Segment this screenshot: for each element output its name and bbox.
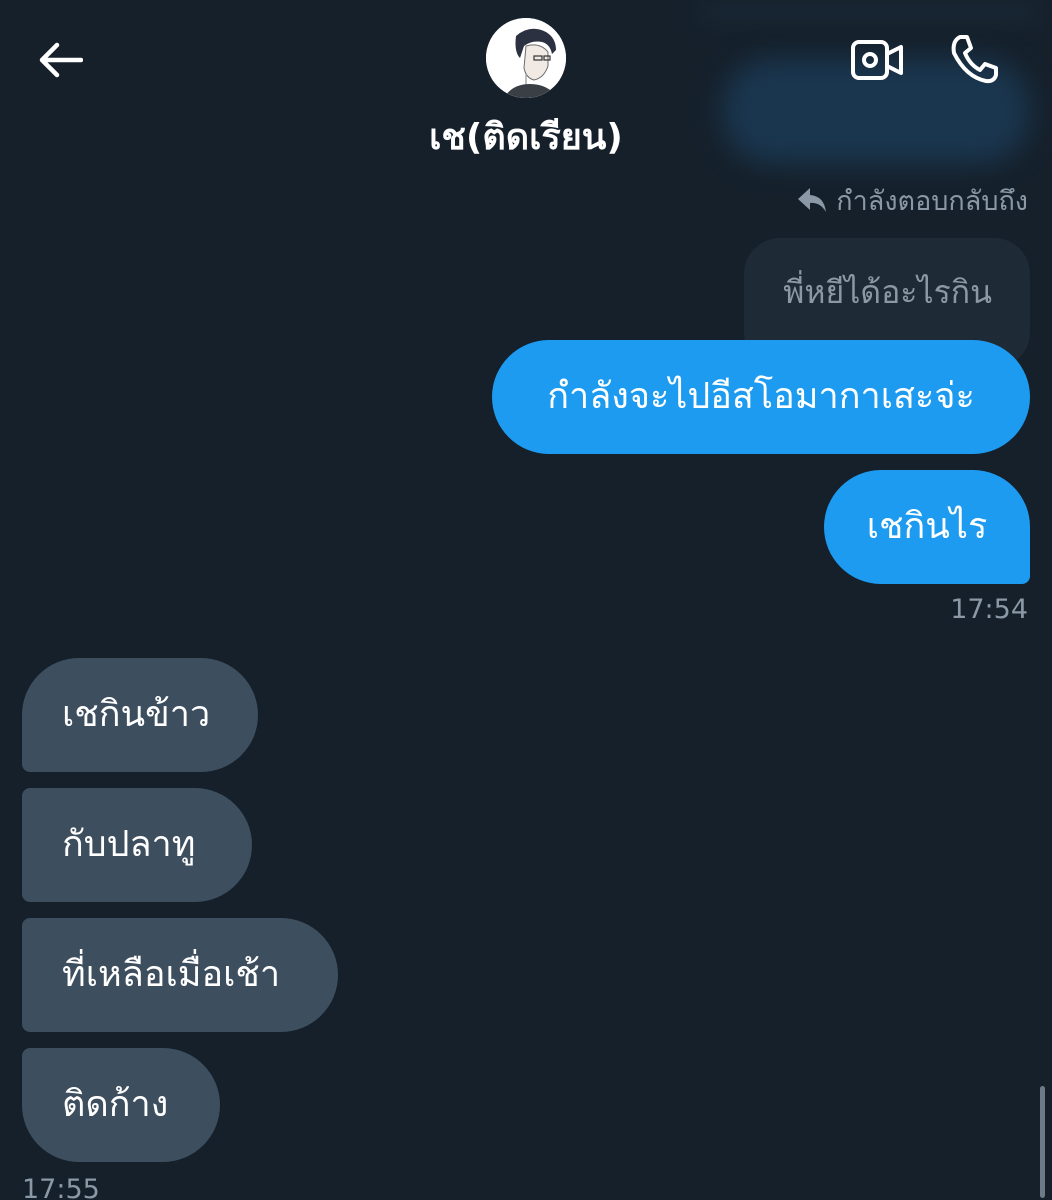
reply-context-label: กำลังตอบกลับถึง (836, 185, 1028, 217)
contact-name[interactable]: เช(ติดเรียน) (0, 112, 1052, 164)
contact-avatar[interactable] (486, 18, 566, 98)
quoted-message-text: พี่หยีได้อะไรกิน (783, 273, 992, 311)
scrollbar[interactable] (1040, 1086, 1045, 1198)
dm-conversation-screen: เช(ติดเรียน) กำลังตอบกลับถึง พี่หยีได้อะ… (0, 0, 1052, 1200)
outgoing-message[interactable]: เชกินไร (824, 470, 1030, 584)
voice-call-button[interactable] (944, 30, 1004, 88)
message-text: ที่เหลือเมื่อเช้า (62, 954, 281, 995)
back-button[interactable] (32, 34, 88, 86)
incoming-message[interactable]: ที่เหลือเมื่อเช้า (22, 918, 338, 1032)
video-camera-icon (851, 40, 903, 80)
avatar-illustration (486, 18, 566, 98)
blurred-overlay-top (700, 0, 1040, 24)
video-call-button[interactable] (848, 34, 906, 86)
reply-context: กำลังตอบกลับถึง (796, 180, 1028, 220)
message-text: กำลังจะไปอีสโอมากาเสะจ่ะ (547, 376, 975, 417)
incoming-message[interactable]: ติดก้าง (22, 1048, 220, 1162)
reply-arrow-icon (798, 188, 827, 212)
phone-icon (951, 35, 998, 84)
outgoing-message[interactable]: กำลังจะไปอีสโอมากาเสะจ่ะ (492, 340, 1030, 454)
message-text: เชกินข้าว (62, 694, 211, 735)
message-timestamp: 17:54 (950, 594, 1028, 625)
incoming-message[interactable]: กับปลาทู (22, 788, 252, 902)
arrow-left-icon (39, 42, 83, 78)
message-text: เชกินไร (866, 506, 988, 547)
message-text: กับปลาทู (62, 824, 196, 865)
message-text: ติดก้าง (62, 1084, 169, 1125)
message-timestamp: 17:55 (22, 1174, 100, 1200)
incoming-message[interactable]: เชกินข้าว (22, 658, 258, 772)
